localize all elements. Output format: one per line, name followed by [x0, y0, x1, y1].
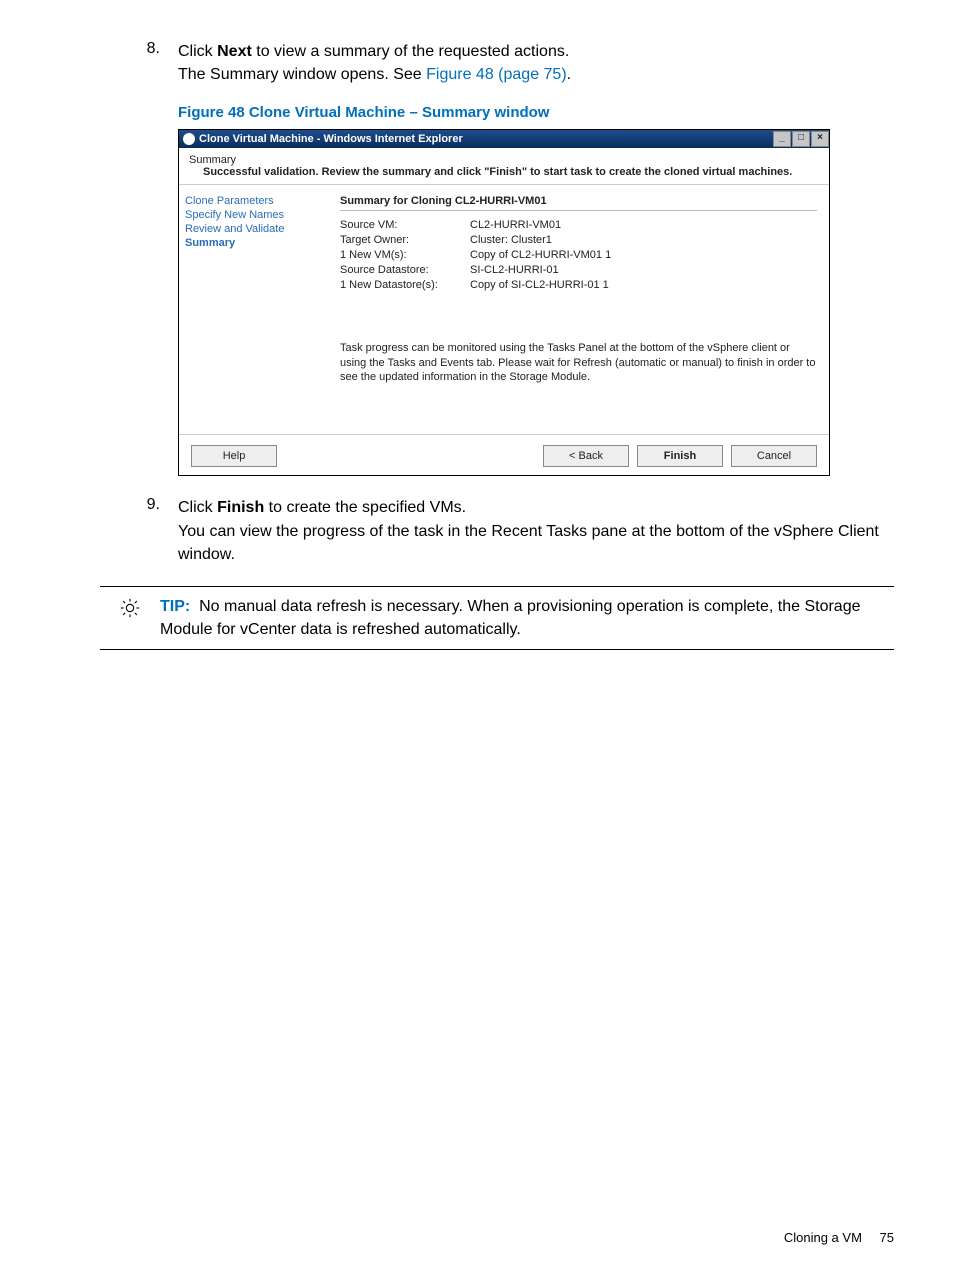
step-9: 9. Click Finish to create the specified …	[100, 496, 894, 566]
kv-val: Copy of CL2-HURRI-VM01 1	[470, 249, 817, 261]
dialog-header-title: Summary	[189, 154, 819, 166]
step-9-number: 9.	[100, 496, 178, 566]
step-8-text-pre: Click	[178, 43, 217, 60]
step-8: 8. Click Next to view a summary of the r…	[100, 40, 894, 86]
tip-box: TIP: No manual data refresh is necessary…	[100, 586, 894, 650]
nav-specify-new-names[interactable]: Specify New Names	[185, 209, 330, 221]
back-button[interactable]: < Back	[543, 445, 629, 467]
dialog-header-divider	[179, 184, 829, 185]
nav-summary[interactable]: Summary	[185, 237, 330, 249]
tip-text: TIP: No manual data refresh is necessary…	[160, 595, 894, 641]
step-8-text-post: to view a summary of the requested actio…	[252, 43, 569, 60]
step-9-line2: You can view the progress of the task in…	[178, 523, 879, 563]
lightbulb-icon	[119, 597, 141, 619]
step-8-body: Click Next to view a summary of the requ…	[178, 40, 894, 86]
kv-key: 1 New Datastore(s):	[340, 279, 470, 291]
figure-48-link[interactable]: Figure 48 (page 75)	[426, 66, 567, 83]
ie-icon	[183, 133, 195, 145]
step-8-number: 8.	[100, 40, 178, 86]
step-9-text-post: to create the specified VMs.	[264, 499, 466, 516]
maximize-button[interactable]: □	[792, 131, 810, 147]
step-8-line2-post: .	[567, 66, 571, 83]
footer-page-number: 75	[880, 1230, 894, 1245]
kv-key: 1 New VM(s):	[340, 249, 470, 261]
step-9-bold-finish: Finish	[217, 499, 264, 516]
kv-val: Cluster: Cluster1	[470, 234, 817, 246]
kv-row-target-owner: Target Owner: Cluster: Cluster1	[340, 234, 817, 246]
page-content: 8. Click Next to view a summary of the r…	[100, 40, 894, 1231]
step-9-body: Click Finish to create the specified VMs…	[178, 496, 894, 566]
kv-val: Copy of SI-CL2-HURRI-01 1	[470, 279, 817, 291]
wizard-main: Summary for Cloning CL2-HURRI-VM01 Sourc…	[336, 187, 829, 432]
tip-icon	[100, 595, 160, 641]
dialog-header: Summary Successful validation. Review th…	[179, 148, 829, 182]
window-system-buttons: _ □ ×	[772, 131, 829, 147]
dialog-footer-divider	[179, 434, 829, 435]
minimize-button[interactable]: _	[773, 131, 791, 147]
window-titlebar: Clone Virtual Machine - Windows Internet…	[179, 130, 829, 148]
nav-review-validate[interactable]: Review and Validate	[185, 223, 330, 235]
tip-body-text: No manual data refresh is necessary. Whe…	[160, 598, 861, 638]
dialog-window: Clone Virtual Machine - Windows Internet…	[178, 129, 830, 476]
kv-val: SI-CL2-HURRI-01	[470, 264, 817, 276]
dialog-header-subtitle: Successful validation. Review the summar…	[189, 166, 819, 178]
kv-row-source-datastore: Source Datastore: SI-CL2-HURRI-01	[340, 264, 817, 276]
close-button[interactable]: ×	[811, 131, 829, 147]
figure-caption: Figure 48 Clone Virtual Machine – Summar…	[178, 104, 894, 121]
kv-key: Target Owner:	[340, 234, 470, 246]
kv-val: CL2-HURRI-VM01	[470, 219, 817, 231]
kv-row-new-vms: 1 New VM(s): Copy of CL2-HURRI-VM01 1	[340, 249, 817, 261]
kv-key: Source VM:	[340, 219, 470, 231]
footer-section: Cloning a VM	[784, 1230, 862, 1245]
page-footer: Cloning a VM 75	[784, 1230, 894, 1245]
kv-key: Source Datastore:	[340, 264, 470, 276]
step-9-text-pre: Click	[178, 499, 217, 516]
step-8-line2-pre: The Summary window opens. See	[178, 66, 426, 83]
dialog-footer: Help < Back Finish Cancel	[179, 437, 829, 475]
tip-label: TIP:	[160, 598, 190, 615]
step-8-bold-next: Next	[217, 43, 252, 60]
kv-row-source-vm: Source VM: CL2-HURRI-VM01	[340, 219, 817, 231]
cancel-button[interactable]: Cancel	[731, 445, 817, 467]
kv-row-new-datastores: 1 New Datastore(s): Copy of SI-CL2-HURRI…	[340, 279, 817, 291]
window-title: Clone Virtual Machine - Windows Internet…	[199, 133, 463, 145]
task-progress-note: Task progress can be monitored using the…	[340, 341, 817, 384]
wizard-nav: Clone Parameters Specify New Names Revie…	[179, 187, 336, 432]
nav-clone-parameters[interactable]: Clone Parameters	[185, 195, 330, 207]
finish-button[interactable]: Finish	[637, 445, 723, 467]
summary-heading: Summary for Cloning CL2-HURRI-VM01	[340, 195, 817, 211]
help-button[interactable]: Help	[191, 445, 277, 467]
